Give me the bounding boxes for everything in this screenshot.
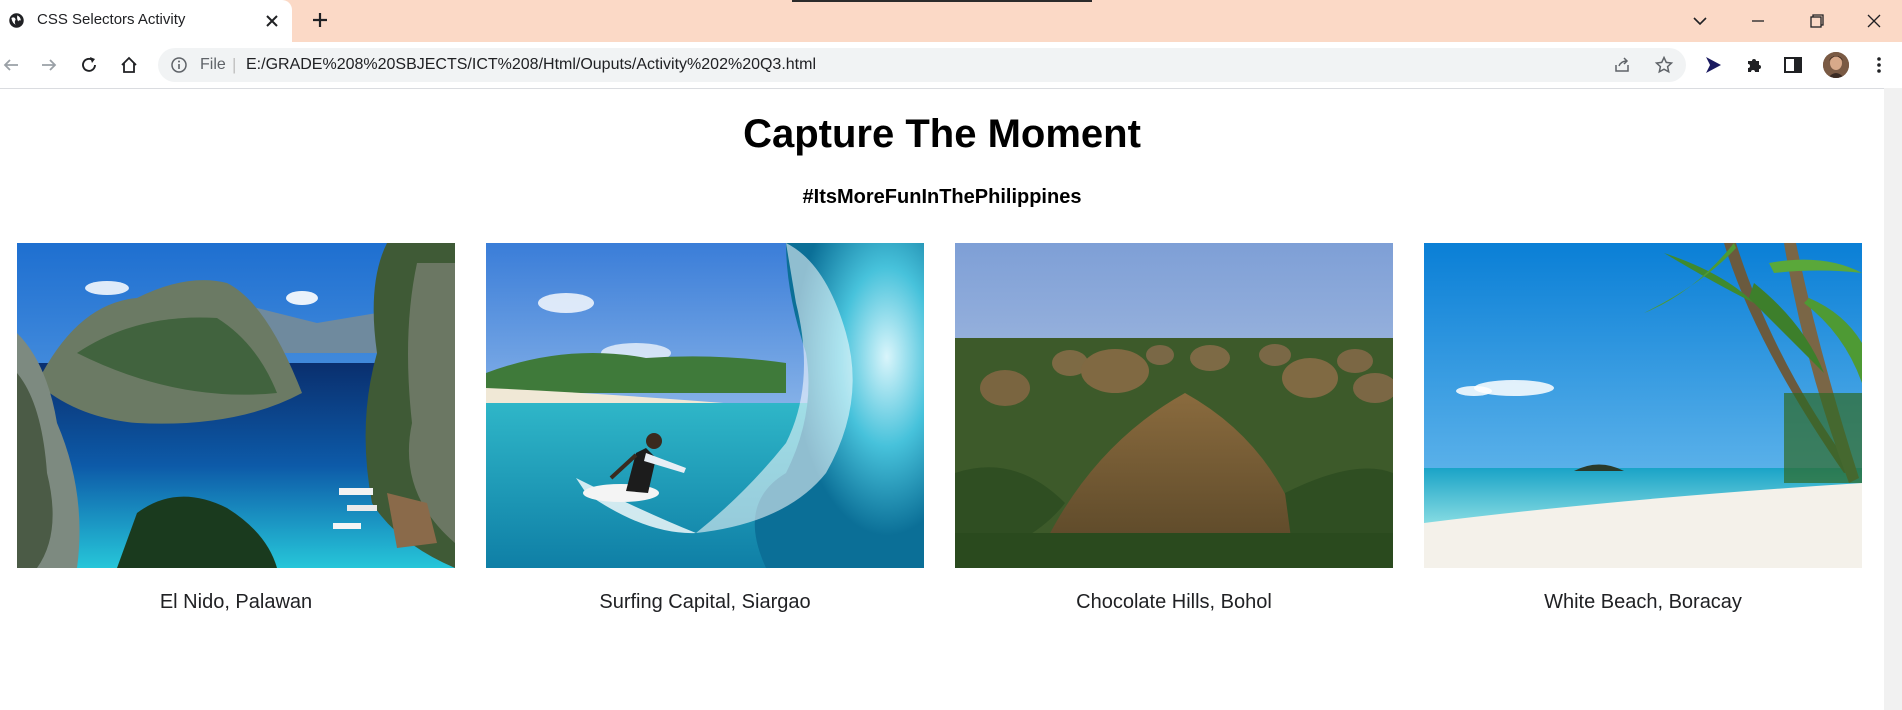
back-icon[interactable] — [0, 54, 22, 76]
page-scrollbar[interactable] — [1884, 88, 1902, 710]
page-subtitle: #ItsMoreFunInThePhilippines — [802, 186, 1082, 208]
caption-chocolate-hills: Chocolate Hills, Bohol — [1076, 591, 1272, 613]
white-beach-photo — [1424, 243, 1862, 568]
plus-icon[interactable] — [310, 10, 330, 30]
url-scheme: File — [200, 56, 226, 73]
profile-picture — [1823, 52, 1849, 78]
tab-css-selectors[interactable]: CSS Selectors Activity — [0, 0, 292, 42]
avatar[interactable] — [1823, 52, 1849, 78]
globe-icon — [9, 13, 24, 28]
gallery-card-siargao: Surfing Capital, Siargao — [486, 243, 924, 613]
chocolate-hills-photo — [955, 243, 1393, 568]
siargao-surfing-photo — [486, 243, 924, 568]
chevron-down-icon[interactable] — [1690, 11, 1710, 31]
caption-siargao: Surfing Capital, Siargao — [599, 591, 811, 613]
page-title: Capture The Moment — [743, 112, 1141, 156]
home-icon[interactable] — [118, 54, 140, 76]
share-icon[interactable] — [1612, 55, 1632, 75]
el-nido-photo — [17, 243, 455, 568]
reload-icon[interactable] — [78, 54, 100, 76]
close-icon[interactable] — [263, 12, 281, 30]
restore-icon[interactable] — [1804, 8, 1830, 34]
url-text[interactable]: E:/GRADE%208%20SBJECTS/ICT%208/Html/Oupu… — [246, 56, 816, 74]
puzzle-icon[interactable] — [1743, 54, 1765, 76]
address-bar[interactable]: File | E:/GRADE%208%20SBJECTS/ICT%208/Ht… — [158, 48, 1686, 82]
kebab-menu-icon[interactable] — [1868, 54, 1890, 76]
send-icon[interactable] — [1702, 54, 1724, 76]
gallery-card-boracay: White Beach, Boracay — [1424, 243, 1862, 613]
tab-strip: CSS Selectors Activity — [0, 0, 1902, 42]
gallery-card-el-nido: El Nido, Palawan — [17, 243, 455, 613]
gallery-card-chocolate-hills: Chocolate Hills, Bohol — [955, 243, 1393, 613]
tab-title: CSS Selectors Activity — [37, 11, 186, 28]
url-separator: | — [232, 55, 237, 74]
close-window-icon[interactable] — [1861, 8, 1887, 34]
browser-toolbar: File | E:/GRADE%208%20SBJECTS/ICT%208/Ht… — [0, 42, 1902, 89]
minimize-icon[interactable] — [1745, 8, 1771, 34]
photo-gallery: El Nido, Palawan Surfing Capital, Siarga… — [17, 243, 1867, 623]
caption-boracay: White Beach, Boracay — [1544, 591, 1742, 613]
star-icon[interactable] — [1654, 55, 1674, 75]
forward-icon[interactable] — [38, 54, 60, 76]
caption-el-nido: El Nido, Palawan — [159, 591, 313, 613]
tab-strip-edge — [792, 0, 1092, 2]
info-icon[interactable] — [170, 56, 188, 74]
sidepanel-icon[interactable] — [1782, 54, 1804, 76]
